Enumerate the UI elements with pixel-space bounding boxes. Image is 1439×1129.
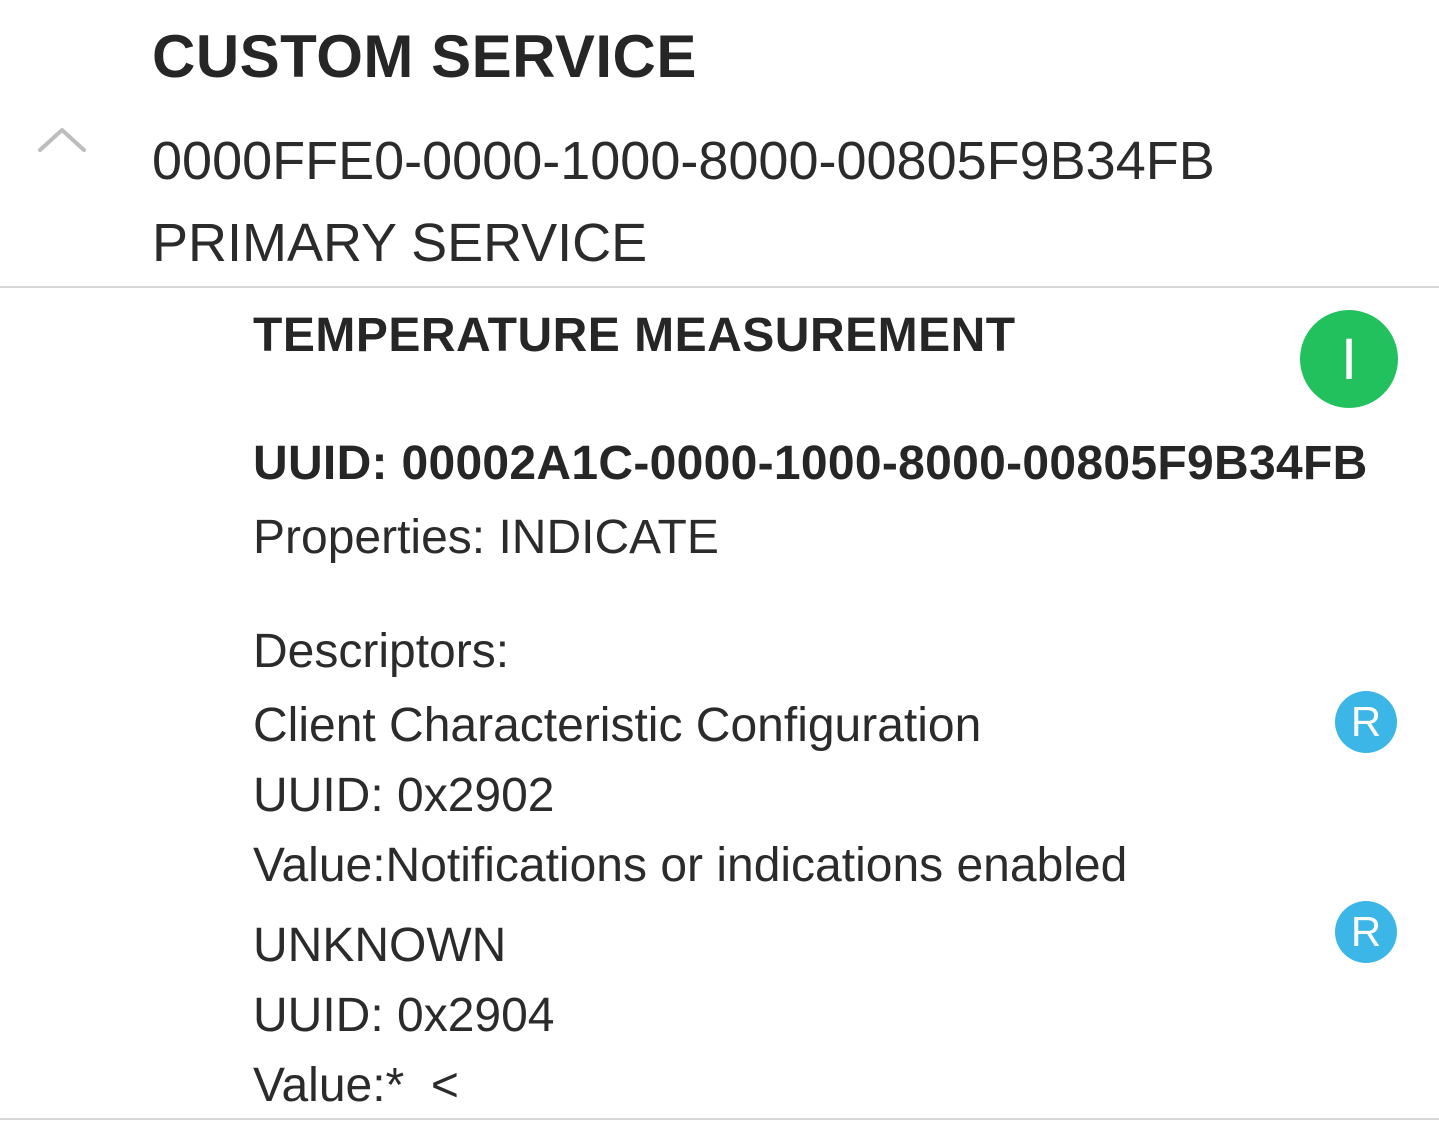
service-uuid: 0000FFE0-0000-1000-8000-00805F9B34FB	[152, 131, 1215, 191]
read-descriptor-button[interactable]: R	[1335, 691, 1397, 753]
service-divider	[0, 286, 1439, 288]
descriptors-header: Descriptors:	[253, 625, 510, 678]
service-type: PRIMARY SERVICE	[152, 213, 648, 273]
descriptor-uuid: UUID: 0x2902	[253, 769, 555, 822]
characteristic-divider	[0, 1118, 1439, 1120]
descriptor-value: Value:Notifications or indications enabl…	[253, 839, 1128, 892]
read-descriptor-button[interactable]: R	[1335, 901, 1397, 963]
chevron-up-icon[interactable]	[36, 124, 88, 154]
descriptor-name: UNKNOWN	[253, 919, 507, 972]
descriptor-uuid: UUID: 0x2904	[253, 989, 555, 1042]
characteristic-properties: Properties: INDICATE	[253, 511, 719, 564]
indicate-button[interactable]: I	[1300, 310, 1398, 408]
service-name: CUSTOM SERVICE	[152, 23, 697, 90]
characteristic-uuid: UUID: 00002A1C-0000-1000-8000-00805F9B34…	[253, 437, 1368, 490]
descriptor-value: Value:* <	[253, 1059, 459, 1112]
characteristic-name: TEMPERATURE MEASUREMENT	[253, 309, 1016, 362]
descriptor-name: Client Characteristic Configuration	[253, 699, 982, 752]
